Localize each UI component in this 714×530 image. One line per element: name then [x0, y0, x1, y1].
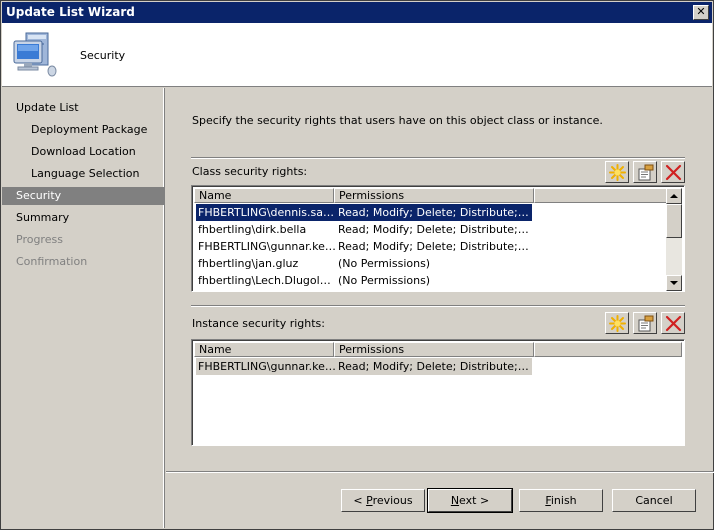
new-icon [609, 164, 626, 181]
finish-button[interactable]: Finish [519, 489, 603, 512]
column-permissions[interactable]: Permissions [334, 188, 534, 203]
button-bar-divider [166, 471, 714, 473]
previous-rest: revious [372, 494, 413, 507]
class-rights-divider [191, 157, 685, 159]
wizard-window: Update List Wizard ✕ Security Update Lis… [0, 0, 714, 530]
next-rest: ext > [459, 494, 490, 507]
row-name: FHBERTLING\gunnar.ken... [198, 360, 336, 373]
table-row[interactable]: FHBERTLING\gunnar.ken... Read; Modify; D… [196, 358, 532, 375]
arrow-down-icon [670, 281, 678, 285]
delete-icon [665, 164, 682, 181]
next-mnemonic: N [450, 494, 460, 507]
previous-prefix: < [353, 494, 367, 507]
table-row[interactable]: fhbertling\dirk.bella Read; Modify; Dele… [196, 221, 532, 238]
sidebar-item-summary[interactable]: Summary [2, 209, 164, 227]
security-page: Specify the security rights that users h… [166, 88, 714, 528]
table-row[interactable]: fhbertling\Lech.Dlugolecki (No Permissio… [196, 272, 532, 289]
class-rights-label: Class security rights: [192, 165, 308, 178]
class-rights-list[interactable]: Name Permissions FHBERTLING\dennis.sachs… [191, 185, 685, 292]
header-title: Security [80, 49, 126, 62]
column-name[interactable]: Name [194, 188, 334, 203]
row-name: fhbertling\jan.gluz [198, 257, 299, 270]
delete-icon [665, 315, 682, 332]
row-permissions: Read; Modify; Delete; Distribute; Ad... [338, 206, 532, 219]
scroll-thumb[interactable] [666, 204, 682, 238]
instance-rights-label: Instance security rights: [192, 317, 325, 330]
wizard-header: Security [2, 23, 712, 87]
sidebar-item-language-selection[interactable]: Language Selection [2, 165, 164, 183]
row-name: fhbertling\dirk.bella [198, 223, 307, 236]
instance-rights-header: Name Permissions [194, 342, 682, 357]
column-filler [534, 188, 670, 203]
next-button[interactable]: Next > [427, 488, 513, 513]
sidebar-item-security[interactable]: Security [2, 187, 164, 205]
row-name: fhbertling\Lech.Dlugolecki [198, 274, 336, 287]
column-permissions[interactable]: Permissions [334, 342, 534, 357]
row-name: FHBERTLING\dennis.sachs [198, 206, 336, 219]
row-permissions: Read; Modify; Delete; Distribute; Ad... [338, 223, 532, 236]
table-row[interactable]: FHBERTLING\dennis.sachs Read; Modify; De… [196, 204, 532, 221]
finish-rest: inish [550, 494, 577, 507]
scroll-up-button[interactable] [666, 188, 682, 204]
row-permissions: (No Permissions) [338, 257, 431, 270]
computer-icon [12, 31, 64, 79]
sidebar-item-deployment-package[interactable]: Deployment Package [2, 121, 164, 139]
table-row[interactable]: FHBERTLING\gunnar.ken... Read; Modify; D… [196, 238, 532, 255]
class-new-button[interactable] [605, 161, 629, 183]
table-row[interactable]: fhbertling\jan.gluz (No Permissions) [196, 255, 532, 272]
new-icon [609, 315, 626, 332]
arrow-up-icon [670, 194, 678, 198]
class-rights-header: Name Permissions [194, 188, 670, 203]
sidebar-item-confirmation: Confirmation [16, 255, 88, 268]
close-button[interactable]: ✕ [693, 5, 709, 20]
instruction-text: Specify the security rights that users h… [192, 114, 603, 127]
title-bar[interactable]: Update List Wizard ✕ [2, 2, 712, 23]
class-rights-scrollbar[interactable] [666, 188, 682, 291]
column-filler [534, 342, 682, 357]
wizard-steps-sidebar: Update List Deployment Package Download … [2, 88, 164, 528]
instance-rights-list[interactable]: Name Permissions FHBERTLING\gunnar.ken..… [191, 339, 685, 446]
properties-icon [638, 315, 654, 332]
class-properties-button[interactable] [633, 161, 657, 183]
sidebar-item-update-list[interactable]: Update List [2, 99, 164, 117]
sidebar-item-download-location[interactable]: Download Location [2, 143, 164, 161]
previous-button[interactable]: < Previous [341, 489, 425, 512]
cancel-button[interactable]: Cancel [612, 489, 696, 512]
row-permissions: (No Permissions) [338, 274, 431, 287]
class-delete-button[interactable] [661, 161, 685, 183]
row-name: FHBERTLING\gunnar.ken... [198, 240, 336, 253]
sidebar-item-progress: Progress [16, 233, 63, 246]
window-title: Update List Wizard [6, 5, 135, 19]
instance-new-button[interactable] [605, 312, 629, 334]
instance-delete-button[interactable] [661, 312, 685, 334]
instance-properties-button[interactable] [633, 312, 657, 334]
properties-icon [638, 164, 654, 181]
instance-rights-divider [191, 305, 685, 307]
row-permissions: Read; Modify; Delete; Distribute; Ad... [338, 240, 532, 253]
sidebar-divider [164, 88, 165, 528]
column-name[interactable]: Name [194, 342, 334, 357]
row-permissions: Read; Modify; Delete; Distribute; Ne... [338, 360, 532, 373]
scroll-down-button[interactable] [666, 275, 682, 291]
